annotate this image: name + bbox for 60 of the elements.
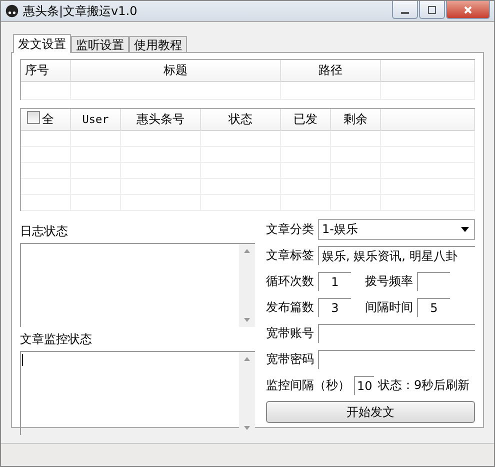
table-cell <box>21 163 71 179</box>
column-header[interactable]: 惠头条号 <box>121 109 201 131</box>
table-cell <box>71 131 121 147</box>
column-header[interactable]: 序号 <box>21 60 71 82</box>
scroll-up-icon[interactable] <box>244 357 250 361</box>
field-label: 循环次数 <box>266 273 314 290</box>
table-cell <box>281 131 331 147</box>
log-label: 日志状态 <box>20 223 69 240</box>
column-header[interactable] <box>381 109 475 131</box>
table-cell <box>21 179 71 195</box>
field-label: 文章分类 <box>266 221 314 238</box>
minimize-icon <box>401 12 409 14</box>
app-icon <box>5 4 19 18</box>
input-field[interactable]: 5 <box>417 298 450 317</box>
maximize-button[interactable] <box>419 1 445 19</box>
column-header[interactable]: 状态 <box>201 109 281 131</box>
close-button[interactable] <box>446 1 490 19</box>
column-header[interactable]: 剩余 <box>331 109 381 131</box>
field-label: 监控间隔（秒） <box>266 377 350 394</box>
column-header[interactable]: User <box>71 109 121 131</box>
field-label: 文章标签 <box>266 247 314 264</box>
column-header[interactable]: 标题 <box>71 60 281 82</box>
monitor-log-label: 文章监控状态 <box>20 331 93 348</box>
tab[interactable]: 使用教程 <box>129 36 187 52</box>
maximize-icon <box>427 4 437 14</box>
input-field[interactable]: 娱乐, 娱乐资讯, 明星八卦 <box>318 246 475 265</box>
tab[interactable]: 监听设置 <box>71 36 129 52</box>
start-button[interactable]: 开始发文 <box>266 401 475 423</box>
input-field[interactable]: 3 <box>318 298 351 317</box>
scroll-down-icon[interactable] <box>244 426 250 430</box>
scroll-down-icon[interactable] <box>244 318 250 322</box>
field-label: 宽带账号 <box>266 325 314 342</box>
text-cursor <box>22 354 23 366</box>
table-cell <box>331 131 381 147</box>
close-icon <box>463 4 473 14</box>
scrollbar[interactable] <box>239 244 255 327</box>
table-cell <box>21 82 71 100</box>
column-header[interactable] <box>381 60 475 82</box>
input-field[interactable]: 10 <box>354 376 374 395</box>
tab[interactable]: 发文设置 <box>13 34 71 53</box>
category-dropdown[interactable]: 1-娱乐 <box>318 219 475 240</box>
monitor-log-text-area[interactable] <box>20 351 255 435</box>
status-text: 状态：9秒后刷新 <box>378 377 470 394</box>
table-cell <box>21 131 71 147</box>
scroll-up-icon[interactable] <box>244 249 250 253</box>
field-label: 发布篇数 <box>266 299 314 316</box>
column-header[interactable]: 全 <box>21 109 71 131</box>
table-cell <box>21 147 71 163</box>
minimize-button[interactable] <box>392 1 418 19</box>
column-header[interactable]: 已发 <box>281 109 331 131</box>
window-title: 惠头条|文章搬运v1.0 <box>23 2 138 20</box>
column-header[interactable]: 路径 <box>281 60 381 82</box>
checkbox-label: 全 <box>42 111 54 128</box>
field-label: 宽带密码 <box>266 351 314 368</box>
field-label: 间隔时间 <box>365 299 413 316</box>
table-cell <box>21 195 71 211</box>
input-field[interactable]: 1 <box>318 272 351 291</box>
dropdown-arrow-icon <box>461 227 469 232</box>
field-label: 拨号频率 <box>365 273 413 290</box>
select-all-checkbox[interactable] <box>27 111 40 124</box>
